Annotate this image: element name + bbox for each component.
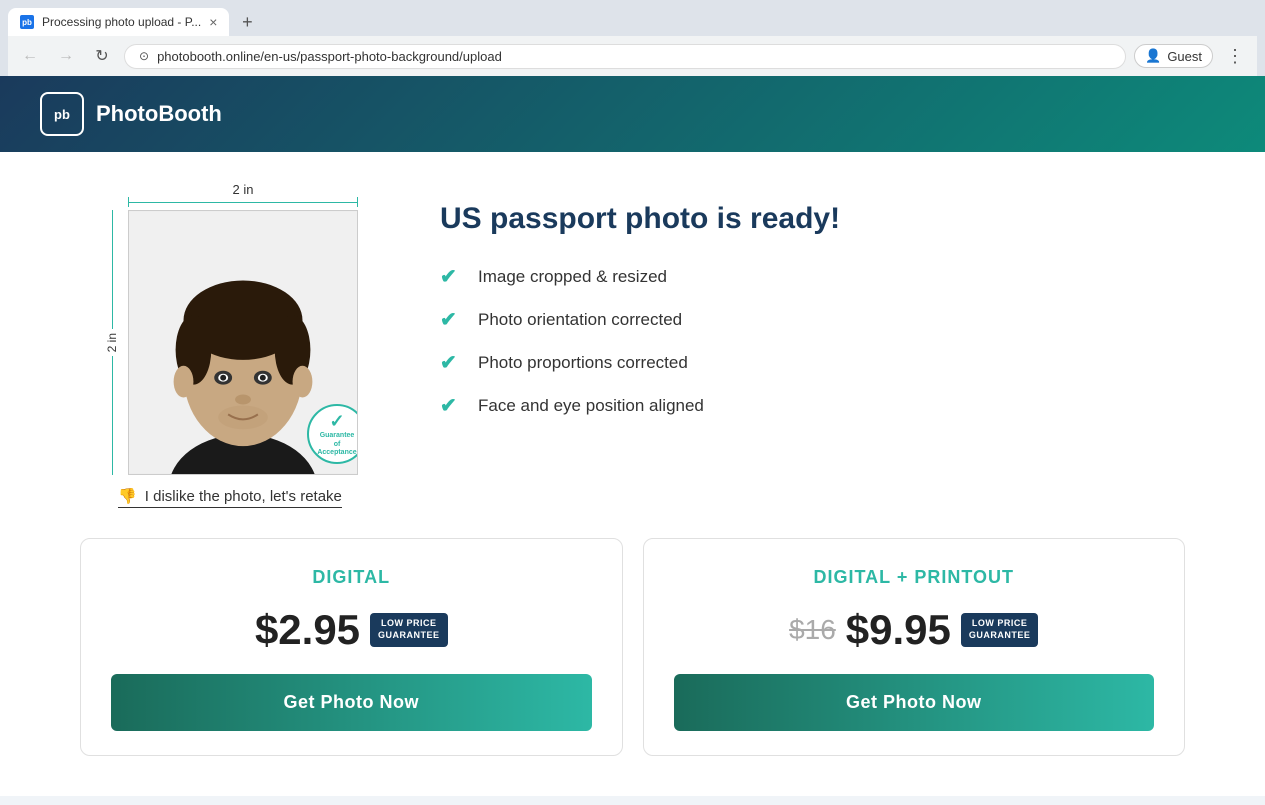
new-tab-button[interactable]: + [233, 8, 261, 36]
check-icon-3: ✔ [440, 350, 464, 375]
printout-low-price-badge: LOW PRICE GUARANTEE [961, 613, 1039, 646]
main-content: 2 in 2 in [0, 152, 1265, 538]
logo-icon-text: pb [54, 107, 70, 122]
badge-line1: LOW PRICE [378, 618, 440, 630]
browser-tab-active[interactable]: pb Processing photo upload - P... × [8, 8, 229, 36]
forward-button[interactable]: → [52, 42, 80, 70]
feature-text-4: Face and eye position aligned [478, 396, 704, 416]
address-lock-icon: ⊙ [139, 49, 149, 63]
dimension-top-label: 2 in [128, 182, 358, 197]
top-dimension-line [128, 197, 358, 207]
refresh-button[interactable]: ↻ [88, 42, 116, 70]
photo-with-side-dimension: 2 in [102, 210, 358, 475]
right-tick [357, 197, 358, 207]
digital-printout-plan-name: DIGITAL + PRINTOUT [813, 567, 1014, 588]
digital-price-row: $2.95 LOW PRICE GUARANTEE [255, 606, 448, 654]
thumbs-down-icon: 👎 [118, 487, 137, 505]
printout-badge-line1: LOW PRICE [969, 618, 1031, 630]
logo-icon: pb [40, 92, 84, 136]
guarantee-line2: of [334, 441, 341, 449]
digital-printout-card: DIGITAL + PRINTOUT $16 $9.95 LOW PRICE G… [643, 538, 1186, 756]
photo-section: 2 in 2 in [80, 182, 380, 508]
check-icon-4: ✔ [440, 393, 464, 418]
feature-text-2: Photo orientation corrected [478, 310, 682, 330]
side-line-bottom [112, 356, 113, 475]
top-dimension-label-row: 2 in [128, 182, 358, 197]
profile-icon: 👤 [1145, 48, 1161, 64]
feature-text-1: Image cropped & resized [478, 267, 667, 287]
printout-price: $9.95 [846, 606, 951, 654]
guarantee-line3: Acceptance [317, 449, 356, 457]
address-text: photobooth.online/en-us/passport-photo-b… [157, 49, 1111, 64]
back-button[interactable]: ← [16, 42, 44, 70]
feature-item-3: ✔ Photo proportions corrected [440, 350, 1185, 375]
digital-printout-price-row: $16 $9.95 LOW PRICE GUARANTEE [789, 606, 1038, 654]
brand-name: PhotoBooth [96, 101, 222, 127]
badge-line2: GUARANTEE [378, 630, 440, 642]
tab-title: Processing photo upload - P... [42, 15, 201, 29]
browser-menu-button[interactable]: ⋮ [1221, 42, 1249, 70]
site-header: pb PhotoBooth [0, 76, 1265, 152]
feature-text-3: Photo proportions corrected [478, 353, 688, 373]
printout-get-photo-button[interactable]: Get Photo Now [674, 674, 1155, 731]
feature-list: ✔ Image cropped & resized ✔ Photo orient… [440, 264, 1185, 418]
profile-button[interactable]: 👤 Guest [1134, 44, 1213, 68]
digital-price: $2.95 [255, 606, 360, 654]
guarantee-badge: ✓ Guarantee of Acceptance [307, 404, 358, 464]
printout-badge-line2: GUARANTEE [969, 630, 1031, 642]
guarantee-check-icon: ✓ [329, 411, 344, 433]
feature-item-4: ✔ Face and eye position aligned [440, 393, 1185, 418]
digital-get-photo-button[interactable]: Get Photo Now [111, 674, 592, 731]
check-icon-1: ✔ [440, 264, 464, 289]
printout-old-price: $16 [789, 614, 836, 646]
info-section: US passport photo is ready! ✔ Image crop… [440, 182, 1185, 418]
passport-photo: ✓ Guarantee of Acceptance [128, 210, 358, 475]
feature-item-1: ✔ Image cropped & resized [440, 264, 1185, 289]
retake-label: I dislike the photo, let's retake [145, 488, 342, 505]
side-dimension: 2 in [102, 210, 122, 475]
ready-title: US passport photo is ready! [440, 202, 1185, 236]
site-logo: pb PhotoBooth [40, 92, 222, 136]
digital-plan-name: DIGITAL [312, 567, 390, 588]
browser-tabs: pb Processing photo upload - P... × + [8, 8, 1257, 36]
digital-card: DIGITAL $2.95 LOW PRICE GUARANTEE Get Ph… [80, 538, 623, 756]
profile-label: Guest [1167, 49, 1202, 64]
tab-close-button[interactable]: × [209, 14, 217, 30]
browser-chrome: pb Processing photo upload - P... × + ← … [0, 0, 1265, 76]
pricing-section: DIGITAL $2.95 LOW PRICE GUARANTEE Get Ph… [0, 538, 1265, 796]
page-content: pb PhotoBooth 2 in 2 in [0, 76, 1265, 796]
check-icon-2: ✔ [440, 307, 464, 332]
guarantee-line1: Guarantee [320, 432, 355, 440]
browser-controls: ← → ↻ ⊙ photobooth.online/en-us/passport… [8, 36, 1257, 76]
horizontal-line [129, 202, 357, 203]
feature-item-2: ✔ Photo orientation corrected [440, 307, 1185, 332]
dimension-side-label: 2 in [105, 329, 119, 356]
tab-favicon: pb [20, 15, 34, 29]
address-bar[interactable]: ⊙ photobooth.online/en-us/passport-photo… [124, 44, 1126, 69]
digital-low-price-badge: LOW PRICE GUARANTEE [370, 613, 448, 646]
side-line-top [112, 210, 113, 329]
retake-button[interactable]: 👎 I dislike the photo, let's retake [118, 487, 342, 508]
